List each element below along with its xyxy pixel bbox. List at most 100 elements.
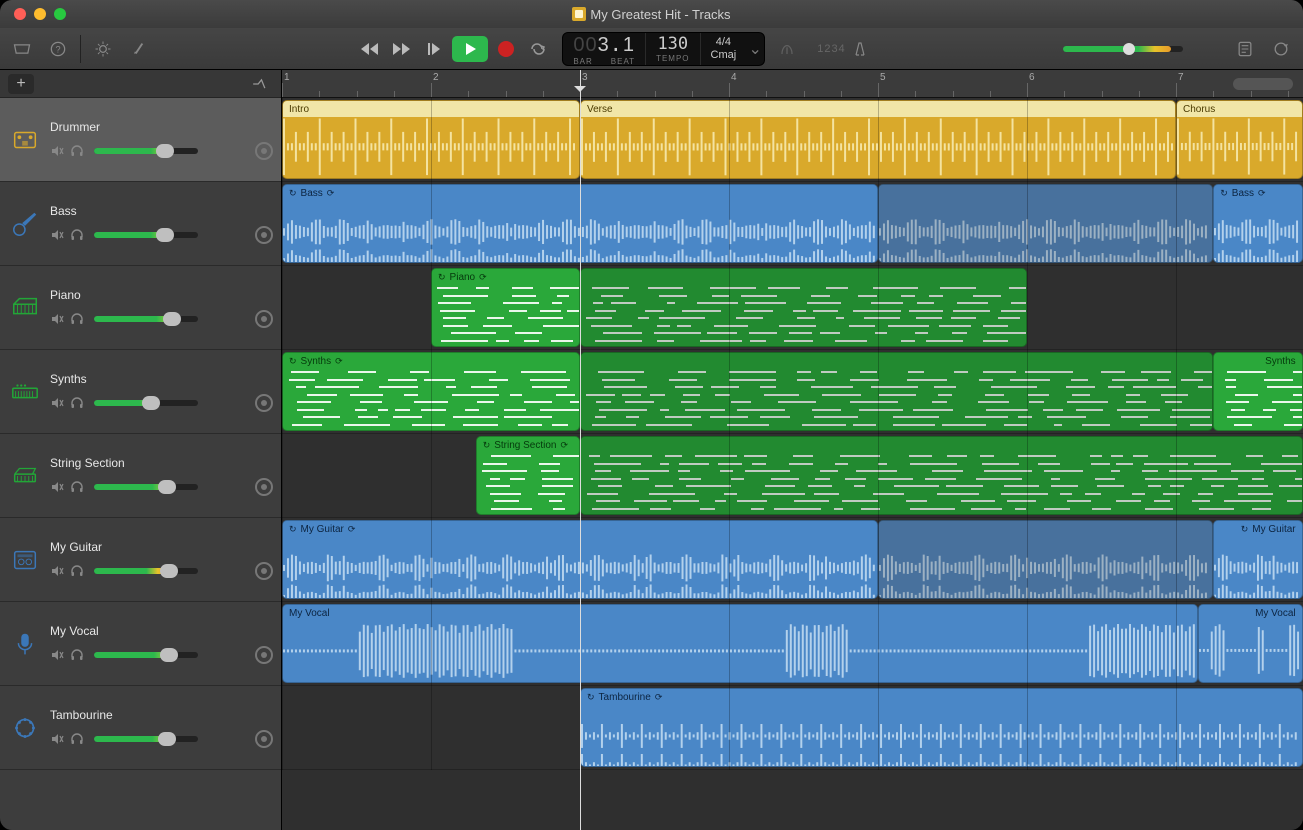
mute-button[interactable]: [50, 564, 64, 578]
region[interactable]: ↻Piano⟳: [431, 268, 580, 347]
track-header[interactable]: Drummer: [0, 98, 281, 182]
region[interactable]: [580, 352, 1213, 431]
automation-button[interactable]: [255, 646, 273, 664]
horizontal-zoom-scroller[interactable]: [1233, 78, 1293, 90]
track-header[interactable]: String Section: [0, 434, 281, 518]
track-lane[interactable]: IntroVerseChorus: [282, 98, 1303, 182]
record-button[interactable]: [492, 35, 520, 63]
automation-button[interactable]: [255, 310, 273, 328]
track-lane[interactable]: ↻Synths⟳Synths: [282, 350, 1303, 434]
solo-headphones-button[interactable]: [70, 648, 84, 662]
loop-icon: ↻: [438, 272, 446, 283]
region[interactable]: Synths: [1213, 352, 1302, 431]
region[interactable]: ↻Tambourine⟳: [580, 688, 1303, 767]
count-in-display[interactable]: 1234: [817, 41, 867, 57]
lcd-display[interactable]: 003.1 BARBEAT 130 TEMPO 4/4 Cmaj ⌄: [562, 32, 765, 66]
track-header[interactable]: My Vocal: [0, 602, 281, 686]
track-volume-slider[interactable]: [94, 313, 198, 325]
region[interactable]: ↻String Section⟳: [476, 436, 580, 515]
solo-headphones-button[interactable]: [70, 480, 84, 494]
forward-button[interactable]: [388, 35, 416, 63]
region[interactable]: [878, 184, 1213, 263]
automation-button[interactable]: [255, 226, 273, 244]
track-volume-slider[interactable]: [94, 649, 198, 661]
track-volume-slider[interactable]: [94, 145, 198, 157]
region[interactable]: [580, 436, 1303, 515]
garageband-window: My Greatest Hit - Tracks ?: [0, 0, 1303, 830]
automation-button[interactable]: [255, 478, 273, 496]
notepad-button[interactable]: [1233, 37, 1257, 61]
lcd-mode-menu[interactable]: ⌄: [746, 33, 764, 65]
solo-headphones-button[interactable]: [70, 312, 84, 326]
mute-button[interactable]: [50, 396, 64, 410]
mute-button[interactable]: [50, 144, 64, 158]
region[interactable]: My Vocal: [282, 604, 1198, 683]
region[interactable]: ↻My Guitar: [1213, 520, 1302, 599]
minimize-window-button[interactable]: [34, 8, 46, 20]
mute-button[interactable]: [50, 648, 64, 662]
solo-headphones-button[interactable]: [70, 228, 84, 242]
stop-button[interactable]: [420, 35, 448, 63]
track-header[interactable]: Piano: [0, 266, 281, 350]
track-lane[interactable]: My VocalMy Vocal: [282, 602, 1303, 686]
region[interactable]: [878, 520, 1213, 599]
ruler-bar-number: 6: [1029, 72, 1035, 83]
solo-headphones-button[interactable]: [70, 396, 84, 410]
library-button[interactable]: [10, 37, 34, 61]
solo-headphones-button[interactable]: [70, 732, 84, 746]
region[interactable]: Chorus: [1176, 100, 1303, 179]
solo-headphones-button[interactable]: [70, 564, 84, 578]
track-instrument-icon: [8, 123, 42, 157]
loop-icon: ↻: [289, 524, 297, 535]
track-lane[interactable]: ↻Bass⟳↻Bass⟳: [282, 182, 1303, 266]
track-header[interactable]: My Guitar: [0, 518, 281, 602]
add-track-button[interactable]: +: [8, 74, 34, 94]
region[interactable]: ↻Bass⟳: [1213, 184, 1302, 263]
track-volume-slider[interactable]: [94, 397, 198, 409]
track-instrument-icon: [8, 627, 42, 661]
tuner-button[interactable]: [775, 37, 799, 61]
track-lane[interactable]: ↻Tambourine⟳: [282, 686, 1303, 770]
window-title: My Greatest Hit - Tracks: [0, 7, 1303, 22]
zoom-window-button[interactable]: [54, 8, 66, 20]
track-header[interactable]: Synths: [0, 350, 281, 434]
region[interactable]: My Vocal: [1198, 604, 1302, 683]
track-header-config-button[interactable]: [245, 72, 273, 96]
arrangement-area[interactable]: 1234567 IntroVerseChorus↻Bass⟳↻Bass⟳↻Pia…: [282, 70, 1303, 830]
automation-button[interactable]: [255, 394, 273, 412]
track-volume-slider[interactable]: [94, 481, 198, 493]
automation-button[interactable]: [255, 142, 273, 160]
track-header[interactable]: Tambourine: [0, 686, 281, 770]
mute-button[interactable]: [50, 732, 64, 746]
track-lane[interactable]: ↻Piano⟳: [282, 266, 1303, 350]
close-window-button[interactable]: [14, 8, 26, 20]
loop-browser-button[interactable]: [1269, 37, 1293, 61]
track-lane[interactable]: ↻String Section⟳: [282, 434, 1303, 518]
automation-button[interactable]: [255, 562, 273, 580]
play-button[interactable]: [452, 36, 488, 62]
track-volume-slider[interactable]: [94, 733, 198, 745]
timeline-ruler[interactable]: 1234567: [282, 70, 1303, 98]
track-lane[interactable]: ↻My Guitar⟳↻My Guitar: [282, 518, 1303, 602]
track-instrument-icon: [8, 375, 42, 409]
mute-button[interactable]: [50, 228, 64, 242]
track-volume-slider[interactable]: [94, 229, 198, 241]
solo-headphones-button[interactable]: [70, 144, 84, 158]
mute-button[interactable]: [50, 480, 64, 494]
track-volume-slider[interactable]: [94, 565, 198, 577]
playhead[interactable]: [580, 70, 581, 830]
smart-controls-button[interactable]: [91, 37, 115, 61]
rewind-button[interactable]: [356, 35, 384, 63]
track-name-label: Bass: [50, 204, 273, 218]
track-header[interactable]: Bass: [0, 182, 281, 266]
ruler-bar-number: 3: [582, 72, 588, 83]
master-volume-slider[interactable]: [1063, 46, 1183, 52]
region-label: ↻Bass⟳: [1214, 185, 1301, 201]
region[interactable]: [580, 268, 1027, 347]
mute-button[interactable]: [50, 312, 64, 326]
cycle-button[interactable]: [524, 35, 552, 63]
quick-help-button[interactable]: ?: [46, 37, 70, 61]
editors-button[interactable]: [127, 37, 151, 61]
automation-button[interactable]: [255, 730, 273, 748]
region-label: My Vocal: [1199, 605, 1301, 621]
